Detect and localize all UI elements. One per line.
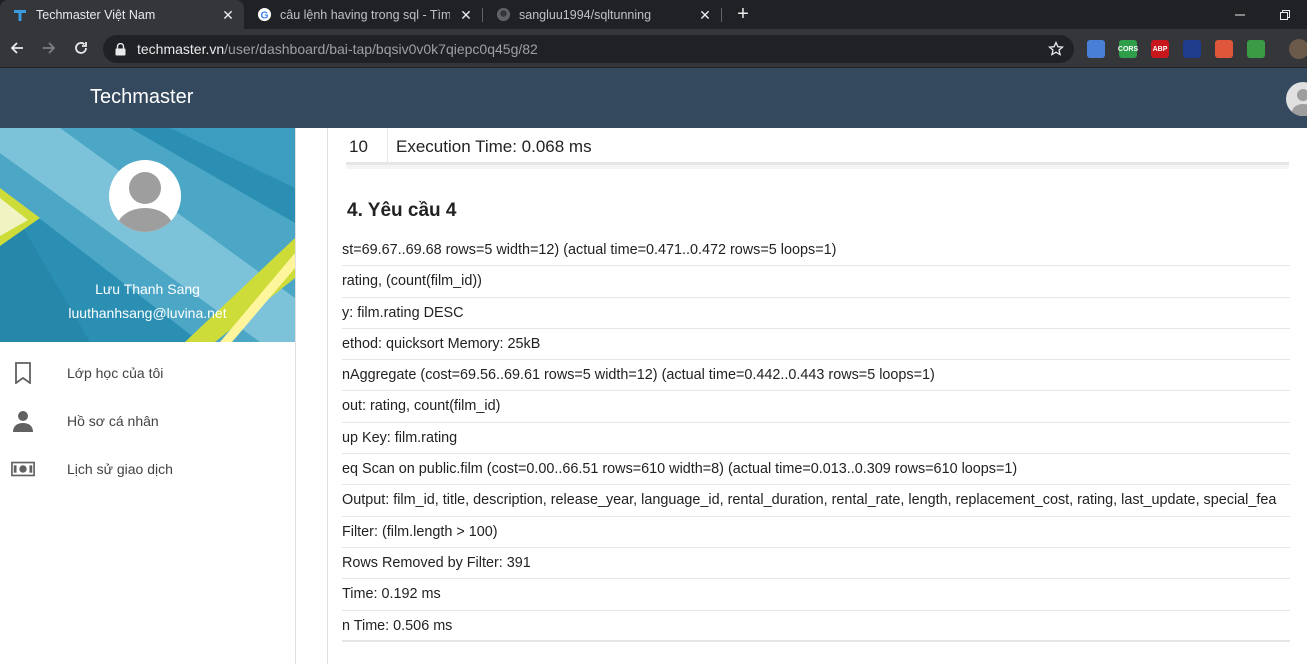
restore-icon[interactable] [1263, 0, 1307, 29]
sidebar-item-profile[interactable]: Hồ sơ cá nhân [0, 397, 295, 445]
person-icon [11, 409, 35, 433]
address-bar[interactable]: techmaster.vn/user/dashboard/bai-tap/bqs… [103, 35, 1074, 63]
browser-tab-techmaster[interactable]: Techmaster Việt Nam ✕ [0, 0, 244, 29]
tab-close-icon[interactable]: ✕ [458, 7, 474, 23]
profile-avatar[interactable] [109, 160, 181, 232]
svg-text:G: G [260, 10, 268, 21]
browser-tab-google[interactable]: G câu lệnh having trong sql - Tìm v ✕ [244, 0, 482, 29]
tab-title: sangluu1994/sqltunning [519, 7, 652, 22]
back-icon[interactable] [6, 37, 28, 59]
sidebar-item-label: Hồ sơ cá nhân [67, 413, 159, 429]
profile-email: luuthanhsang@luvina.net [68, 305, 227, 321]
sidebar-item-transactions[interactable]: Lịch sử giao dịch [0, 445, 295, 493]
sidebar-item-label: Lịch sử giao dịch [67, 461, 173, 477]
plan-row: out: rating, count(film_id) [342, 391, 1290, 423]
tab-close-icon[interactable]: ✕ [220, 7, 236, 23]
plan-row: y: film.rating DESC [342, 298, 1290, 329]
extension-j-icon[interactable] [1183, 40, 1201, 58]
url-text: techmaster.vn/user/dashboard/bai-tap/bqs… [137, 41, 538, 57]
query-plan-list: st=69.67..69.68 rows=5 width=12) (actual… [342, 235, 1290, 642]
adblock-plus-icon[interactable]: ABP [1151, 40, 1169, 58]
plan-row: Rows Removed by Filter: 391 [342, 548, 1290, 580]
google-favicon-icon: G [256, 7, 272, 23]
app-header [0, 68, 1307, 128]
tab-separator [721, 8, 722, 22]
money-icon [11, 457, 35, 481]
plan-row: ethod: quicksort Memory: 25kB [342, 329, 1290, 361]
tab-title: Techmaster Việt Nam [36, 7, 156, 22]
plan-row: Filter: (film.length > 100) [342, 517, 1290, 548]
profile-card: Lưu Thanh Sang luuthanhsang@luvina.net [0, 128, 295, 342]
plan-row: eq Scan on public.film (cost=0.00..66.51… [342, 454, 1290, 486]
new-tab-icon[interactable]: + [733, 4, 753, 24]
minimize-icon[interactable] [1218, 0, 1262, 29]
brand-logo-text[interactable]: Techmaster [90, 86, 193, 109]
tab-close-icon[interactable]: ✕ [697, 7, 713, 23]
tab-title: câu lệnh having trong sql - Tìm v [280, 7, 450, 22]
section-title: 4. Yêu cầu 4 [347, 200, 457, 221]
browser-tab-github[interactable]: sangluu1994/sqltunning ✕ [483, 0, 721, 29]
sidebar-item-label: Lớp học của tôi [67, 365, 164, 381]
github-favicon-icon [495, 7, 511, 23]
sidebar: Lưu Thanh Sang luuthanhsang@luvina.net L… [0, 128, 296, 664]
row-text: Execution Time: 0.068 ms [396, 137, 592, 156]
url-path: /user/dashboard/bai-tap/bqsiv0v0k7qiepc0… [224, 41, 538, 57]
table-row: 10 Execution Time: 0.068 ms [346, 128, 1289, 165]
plan-row: rating, (count(film_id)) [342, 266, 1290, 298]
plan-row: st=69.67..69.68 rows=5 width=12) (actual… [342, 235, 1290, 267]
plan-row: up Key: film.rating [342, 423, 1290, 455]
extension-share-icon[interactable] [1215, 40, 1233, 58]
url-host: techmaster.vn [137, 41, 225, 57]
main-content: 10 Execution Time: 0.068 ms 4. Yêu cầu 4… [327, 128, 1307, 664]
sidebar-item-my-classes[interactable]: Lớp học của tôi [0, 349, 295, 397]
profile-name: Lưu Thanh Sang [95, 281, 200, 297]
techmaster-favicon-icon [12, 7, 28, 23]
row-number: 10 [346, 128, 388, 162]
browser-tabstrip: Techmaster Việt Nam ✕ G câu lệnh having … [0, 0, 1307, 29]
forward-icon[interactable] [38, 37, 60, 59]
table-scrollbar[interactable] [346, 165, 1289, 169]
bookmark-icon [11, 361, 35, 385]
google-translate-icon[interactable] [1087, 40, 1105, 58]
download-helper-icon[interactable] [1247, 40, 1265, 58]
plan-row: n Time: 0.506 ms [342, 611, 1290, 642]
cors-icon[interactable]: CORS [1118, 40, 1138, 58]
lock-icon[interactable] [115, 42, 127, 56]
plan-row: nAggregate (cost=69.56..69.61 rows=5 wid… [342, 360, 1290, 392]
plan-row: Output: film_id, title, description, rel… [342, 485, 1290, 517]
plan-row: Time: 0.192 ms [342, 579, 1290, 611]
reload-icon[interactable] [70, 37, 92, 59]
profile-avatar-icon[interactable] [1289, 39, 1307, 59]
bookmark-star-icon[interactable] [1047, 40, 1065, 57]
